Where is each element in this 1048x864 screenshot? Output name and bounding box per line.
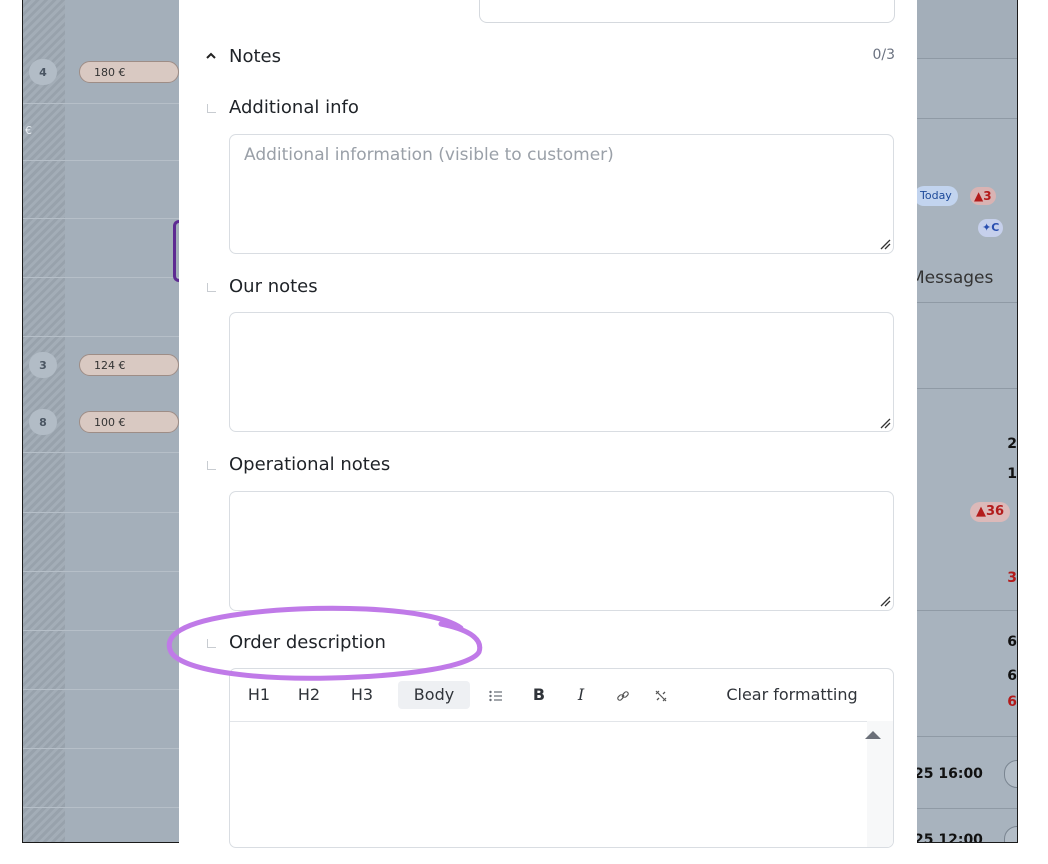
- panel-divider: [916, 302, 1017, 303]
- scroll-up-arrow-icon[interactable]: [865, 731, 881, 739]
- additional-info-field[interactable]: [229, 134, 894, 254]
- value-text: 6: [1007, 694, 1017, 710]
- notes-count: 0/3: [872, 47, 895, 63]
- time-text: 25 16:00: [914, 766, 983, 782]
- tree-connector-icon: [207, 461, 216, 470]
- heading1-button[interactable]: H1: [244, 681, 274, 709]
- tree-connector-icon: [207, 104, 216, 113]
- operational-notes-field[interactable]: [229, 491, 894, 611]
- our-notes-field[interactable]: [229, 312, 894, 432]
- table-divider: [23, 748, 179, 749]
- additional-info-label: Additional info: [229, 97, 359, 118]
- bold-button[interactable]: B: [528, 681, 550, 709]
- operational-notes-label: Operational notes: [229, 454, 391, 475]
- panel-divider: [916, 610, 1017, 611]
- link-icon[interactable]: [612, 681, 634, 709]
- status-circle: [1004, 760, 1017, 788]
- table-divider: [23, 630, 179, 631]
- resize-handle-icon[interactable]: [879, 417, 891, 429]
- notes-section-header[interactable]: Notes 0/3: [205, 45, 895, 69]
- panel-divider: [916, 736, 1017, 737]
- our-notes-label: Our notes: [229, 276, 318, 297]
- table-divider: [23, 571, 179, 572]
- tab-messages: Messages: [910, 268, 994, 288]
- tree-connector-icon: [207, 283, 216, 292]
- order-modal: Notes 0/3 Additional info Our notes Oper…: [166, 0, 917, 848]
- heading2-button[interactable]: H2: [294, 681, 324, 709]
- today-badge: Today: [914, 186, 958, 206]
- previous-field[interactable]: [479, 0, 895, 23]
- value-text: 3: [1007, 570, 1017, 586]
- table-divider: [23, 336, 179, 337]
- panel-divider: [916, 388, 1017, 389]
- ai-badge: ✦C: [978, 219, 1004, 237]
- detail-panel-background: Today ▲3 ✦C Messages 2 1 ▲36 3 6 6 6 25 …: [910, 0, 1017, 843]
- price-pill: 124 €: [79, 354, 179, 376]
- table-divider: [23, 807, 179, 808]
- annotation-ellipse: [166, 605, 483, 681]
- panel-divider: [916, 808, 1017, 809]
- warning-badge: ▲36: [970, 502, 1011, 522]
- value-text: 2: [1007, 436, 1017, 452]
- panel-divider: [916, 118, 1017, 119]
- chevron-up-icon[interactable]: [205, 50, 217, 65]
- table-divider: [23, 277, 179, 278]
- bullet-list-icon[interactable]: [484, 681, 508, 709]
- table-divider: [23, 218, 179, 219]
- resize-handle-icon[interactable]: [879, 238, 891, 250]
- table-divider: [23, 452, 179, 453]
- row-count-badge: 4: [29, 59, 57, 85]
- heading3-button[interactable]: H3: [347, 681, 377, 709]
- price-pill: 100 €: [79, 411, 179, 433]
- warning-badge: ▲3: [970, 187, 996, 205]
- table-divider: [23, 689, 179, 690]
- status-circle: [1004, 826, 1017, 842]
- unlink-icon[interactable]: [650, 681, 672, 709]
- body-text-button[interactable]: Body: [398, 681, 470, 709]
- resize-handle-icon[interactable]: [879, 595, 891, 607]
- row-count-badge: 8: [29, 409, 57, 435]
- table-divider: [23, 512, 179, 513]
- clear-formatting-button[interactable]: Clear formatting: [712, 681, 872, 709]
- order-description-editor: H1 H2 H3 Body B I Clear formatting: [229, 668, 894, 848]
- panel-header: [916, 0, 1017, 59]
- table-divider: [23, 160, 179, 161]
- value-text: 1: [1007, 466, 1017, 482]
- notes-title: Notes: [229, 46, 281, 67]
- table-divider: [23, 103, 179, 104]
- italic-button[interactable]: I: [570, 681, 592, 709]
- value-text: 6: [1007, 634, 1017, 650]
- scrollbar[interactable]: [867, 721, 893, 847]
- price-pill: 180 €: [79, 61, 179, 83]
- price-fragment: €: [25, 124, 32, 137]
- row-count-badge: 3: [29, 352, 57, 378]
- value-text: 6: [1007, 668, 1017, 684]
- time-text: 25 12:00: [914, 832, 983, 843]
